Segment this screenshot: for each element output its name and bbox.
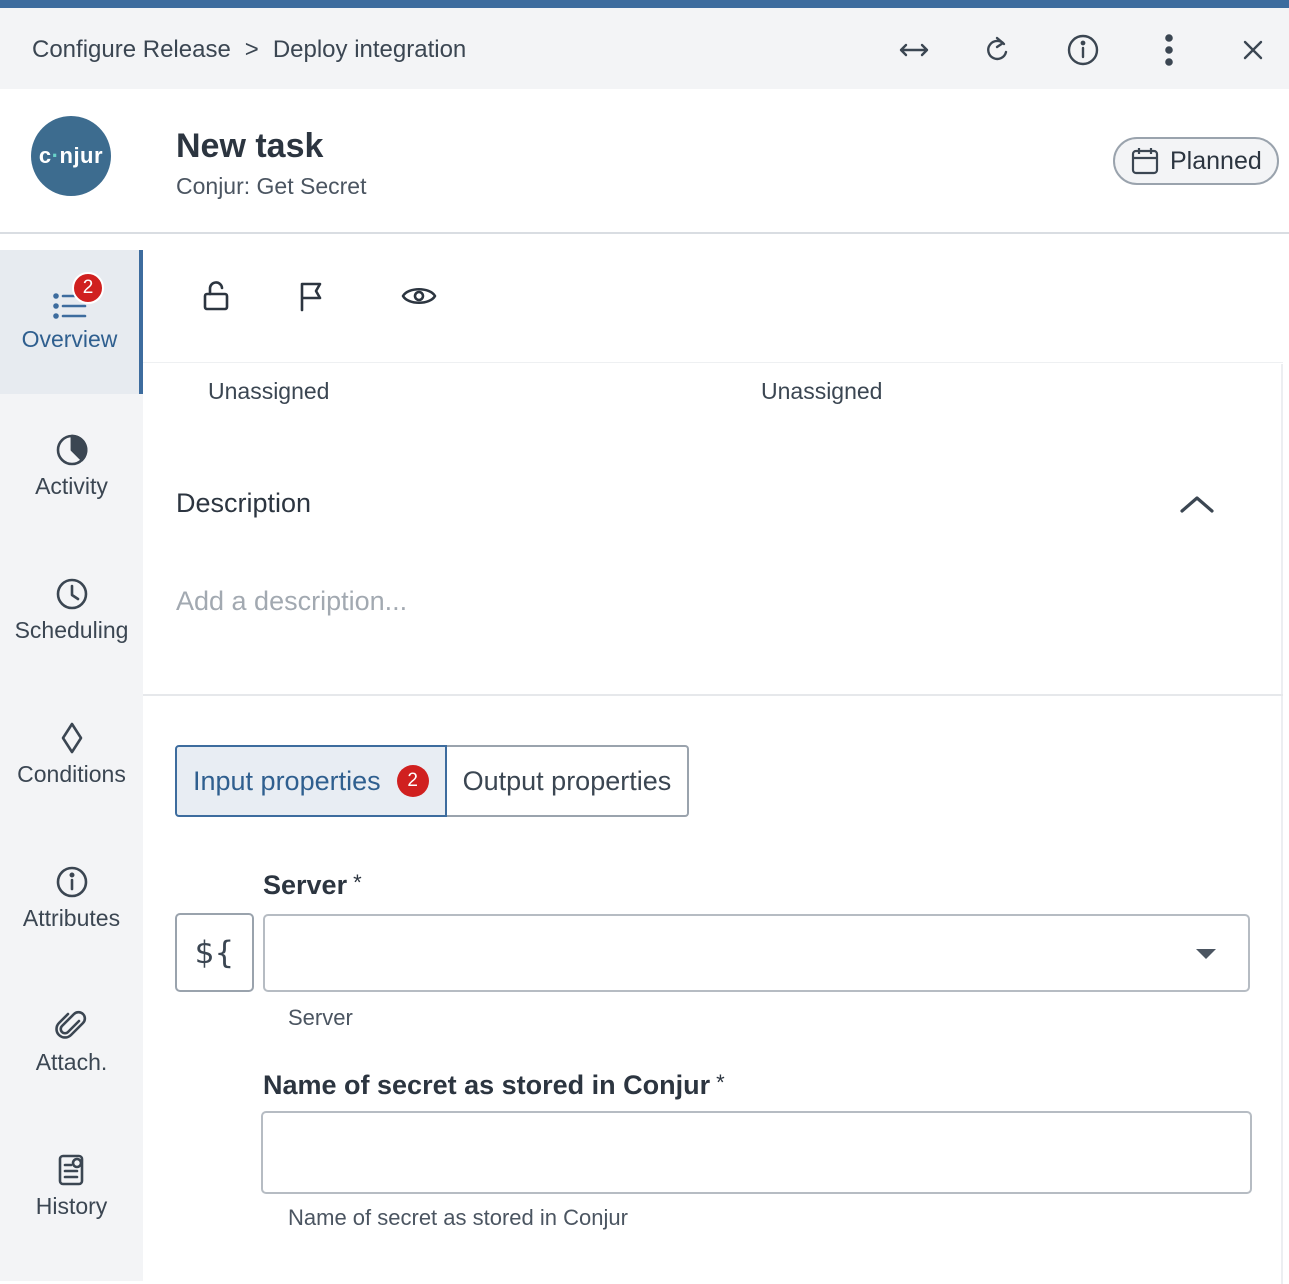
eye-icon[interactable]: [395, 272, 443, 320]
properties-tabs: Input properties 2 Output properties: [175, 745, 690, 817]
sidebar-item-scheduling[interactable]: Scheduling: [0, 538, 143, 682]
status-badge[interactable]: Planned: [1113, 137, 1279, 185]
variable-toggle-button[interactable]: ${: [175, 913, 254, 992]
notification-badge: 2: [396, 765, 429, 797]
secret-name-label: Name of secret as stored in Conjur *: [263, 1070, 725, 1100]
sidebar-item-label: History: [35, 1192, 108, 1219]
main-content: Unassigned Unassigned Description Add a …: [143, 250, 1289, 1284]
top-accent-bar: [0, 0, 1289, 8]
task-title[interactable]: New task: [176, 127, 323, 166]
notification-badge: 2: [72, 272, 104, 304]
breadcrumb-current: Deploy integration: [272, 36, 467, 63]
pie-chart-icon: [56, 434, 87, 465]
description-title: Description: [176, 488, 312, 518]
description-input[interactable]: Add a description...: [176, 586, 1076, 617]
flag-icon[interactable]: [287, 272, 335, 320]
history-doc-icon: [58, 1154, 83, 1185]
diamond-icon: [61, 722, 82, 753]
sidebar-item-conditions[interactable]: Conditions: [0, 682, 143, 826]
tab-label: Input properties: [193, 765, 381, 796]
refresh-icon[interactable]: [977, 30, 1017, 70]
clock-icon: [56, 578, 87, 609]
sidebar-item-label: Scheduling: [14, 616, 129, 643]
task-header: c · njur New task Conjur: Get Secret Plann…: [0, 89, 1289, 234]
panel-header: Configure Release > Deploy integration: [0, 8, 1289, 89]
sidebar-item-history[interactable]: History: [0, 1114, 143, 1258]
sidebar-item-activity[interactable]: Activity: [0, 394, 143, 538]
expand-horizontal-icon[interactable]: [894, 30, 934, 70]
more-vertical-icon[interactable]: [1149, 30, 1189, 70]
tab-output-properties[interactable]: Output properties: [446, 745, 690, 817]
server-select[interactable]: [263, 914, 1250, 992]
task-type: Conjur: Get Secret: [176, 173, 367, 199]
sidebar-item-label: Attributes: [22, 904, 121, 931]
sidebar-spacer: [0, 234, 143, 250]
secret-name-helper-text: Name of secret as stored in Conjur: [288, 1205, 628, 1230]
close-icon[interactable]: [1233, 30, 1273, 70]
task-toolbar: [143, 250, 1283, 363]
sidebar-item-label: Activity: [35, 472, 108, 499]
divider: [143, 694, 1283, 696]
sidebar-item-attachments[interactable]: Attach.: [0, 970, 143, 1114]
calendar-icon: [1131, 148, 1159, 175]
tab-input-properties[interactable]: Input properties 2: [175, 745, 447, 817]
sidebar-item-label: Overview: [21, 325, 118, 352]
server-label: Server *: [263, 870, 362, 900]
sidebar-item-overview[interactable]: Overview 2: [0, 250, 143, 394]
panel-border: [1281, 364, 1283, 1284]
breadcrumb-separator: >: [244, 36, 259, 63]
server-helper-text: Server: [288, 1005, 353, 1030]
breadcrumb: Configure Release > Deploy integration: [32, 36, 466, 64]
sidebar: Overview 2 Activity Scheduling Condition…: [0, 250, 143, 1281]
sidebar-item-label: Attach.: [35, 1048, 108, 1075]
caret-down-icon: [1196, 949, 1216, 959]
breadcrumb-parent[interactable]: Configure Release: [32, 36, 231, 64]
paperclip-icon: [54, 1010, 86, 1039]
sidebar-item-attributes[interactable]: Attributes: [0, 826, 143, 970]
info-icon[interactable]: [1063, 30, 1103, 70]
sidebar-item-label: Conditions: [17, 760, 126, 787]
status-label: Planned: [1170, 146, 1262, 175]
chevron-up-icon[interactable]: [1173, 484, 1221, 524]
info-icon: [56, 866, 87, 897]
unlock-icon[interactable]: [192, 272, 240, 320]
secret-name-input[interactable]: [261, 1111, 1252, 1194]
team-value[interactable]: Unassigned: [761, 378, 882, 405]
tab-label: Output properties: [462, 765, 672, 796]
conjur-logo: c · njur: [31, 116, 111, 196]
owner-value[interactable]: Unassigned: [208, 378, 329, 405]
